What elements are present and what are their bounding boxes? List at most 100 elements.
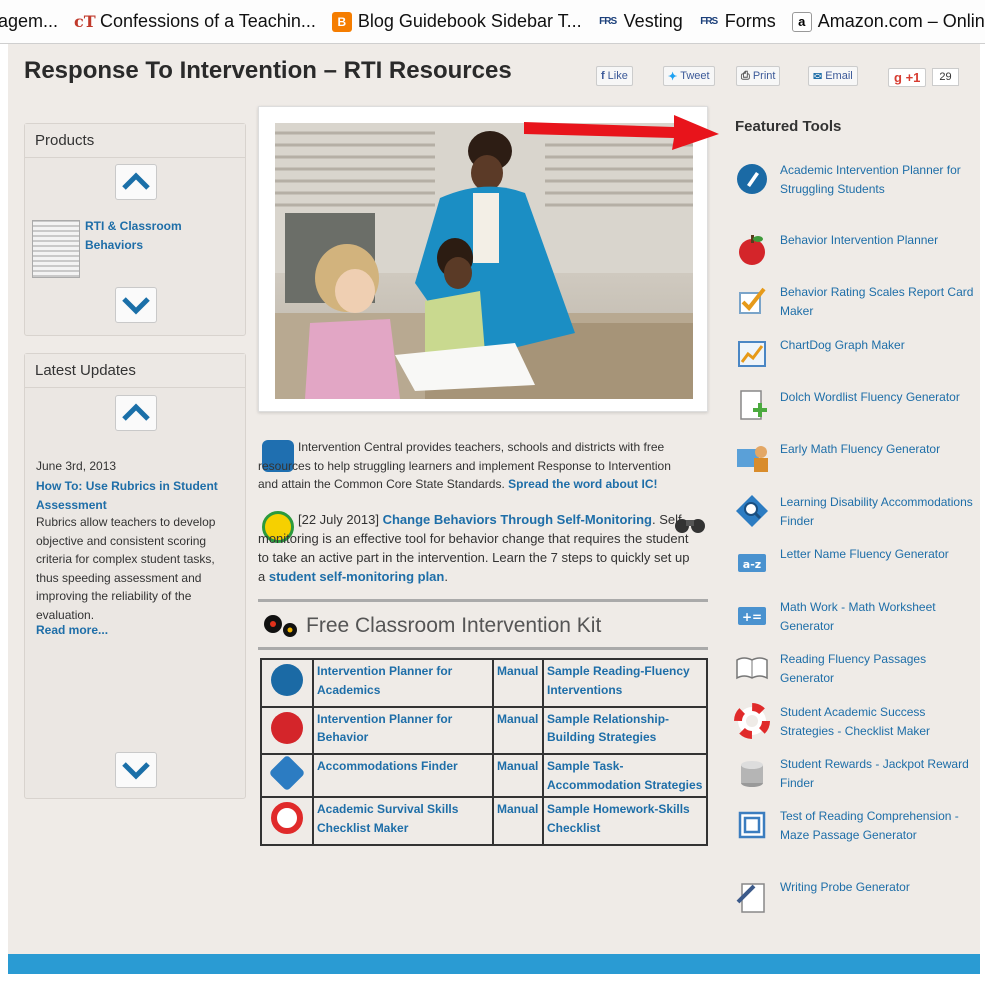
table-cell [260, 753, 314, 798]
updates-scroll-up-button[interactable] [115, 395, 157, 431]
chevron-up-icon [122, 403, 150, 421]
pen-icon [737, 164, 767, 194]
plus-equals-icon: += [738, 607, 766, 625]
products-scroll-up-button[interactable] [115, 164, 157, 200]
sample-link[interactable]: Sample Task-Accommodation Strategies [542, 753, 708, 798]
products-panel: Products RTI & Classroom Behaviors [24, 123, 246, 336]
manual-link[interactable]: Manual [492, 705, 544, 755]
update-date: June 3rd, 2013 [36, 459, 117, 473]
divider [258, 599, 708, 602]
bookmark-item[interactable]: cT Confessions of a Teachin... [74, 11, 316, 32]
featured-tool-label: Behavior Rating Scales Report Card Maker [780, 285, 974, 318]
featured-tool-label: Behavior Intervention Planner [780, 233, 939, 247]
gears-icon [264, 615, 297, 637]
sample-link[interactable]: Sample Homework-Skills Checklist [542, 796, 708, 846]
svg-text:+=: += [742, 610, 762, 624]
featured-tool-item[interactable]: Student Academic Success Strategies - Ch… [734, 703, 974, 740]
updates-scroll-down-button[interactable] [115, 752, 157, 788]
featured-tool-item[interactable]: Reading Fluency Passages Generator [734, 650, 974, 687]
tweet-button[interactable]: ✦ Tweet [663, 66, 715, 86]
sample-link[interactable]: Sample Reading-Fluency Interventions [542, 658, 708, 708]
featured-tool-label: Letter Name Fluency Generator [780, 547, 949, 561]
kit-title: Free Classroom Intervention Kit [306, 614, 602, 637]
gplus-button[interactable]: g +1 [888, 67, 927, 87]
kit-tool-link[interactable]: Intervention Planner for Behavior [312, 705, 494, 755]
featured-tool-label: Math Work - Math Worksheet Generator [780, 600, 936, 633]
featured-tool-label: Writing Probe Generator [780, 880, 910, 894]
red-arrow-annotation [524, 115, 719, 150]
featured-tool-item[interactable]: Early Math Fluency Generator [734, 440, 974, 476]
a-z-icon: a-z [738, 554, 766, 572]
sample-link[interactable]: Sample Relationship-Building Strategies [542, 705, 708, 755]
like-label: Like [607, 70, 628, 82]
bookmark-item[interactable]: B Blog Guidebook Sidebar T... [331, 11, 582, 32]
featured-tool-item[interactable]: Writing Probe Generator [734, 878, 974, 914]
chevron-up-icon [122, 172, 150, 190]
print-label: Print [752, 70, 776, 82]
featured-tool-item[interactable]: Academic Intervention Planner for Strugg… [734, 161, 974, 198]
book-icon [736, 657, 768, 680]
maze-icon [738, 811, 766, 839]
table-cell [260, 658, 314, 708]
update-link[interactable]: How To: Use Rubrics in Student Assessmen… [36, 477, 236, 514]
featured-tool-item[interactable]: Learning Disability Accommodations Finde… [734, 493, 974, 530]
read-more-link[interactable]: Read more... [36, 623, 108, 637]
classroom-illustration [275, 123, 693, 399]
bookmark-label: Amazon.com – Online Sh... [817, 11, 985, 31]
lifebuoy-icon [734, 703, 770, 739]
table-cell [260, 796, 314, 846]
featured-tool-label: ChartDog Graph Maker [780, 338, 905, 352]
bookmark-item[interactable]: FRS Forms [699, 11, 776, 32]
email-button[interactable]: ✉ Email [808, 66, 858, 86]
self-monitoring-link[interactable]: Change Behaviors Through Self-Monitoring [383, 512, 652, 527]
featured-tool-label: Early Math Fluency Generator [780, 442, 941, 456]
featured-tool-label: Reading Fluency Passages Generator [780, 652, 927, 685]
spread-the-word-link[interactable]: Spread the word about IC! [508, 477, 657, 491]
pencil-paper-icon [736, 883, 765, 913]
featured-tool-item[interactable]: a-z Letter Name Fluency Generator [734, 545, 974, 581]
coins-icon [741, 761, 763, 787]
featured-tool-item[interactable]: Behavior Intervention Planner [734, 231, 974, 267]
featured-tool-item[interactable]: Behavior Rating Scales Report Card Maker [734, 283, 974, 320]
kit-tool-link[interactable]: Accommodations Finder [312, 753, 494, 798]
math-card-icon [737, 446, 768, 472]
manual-link[interactable]: Manual [492, 753, 544, 798]
kit-tool-link[interactable]: Academic Survival Skills Checklist Maker [312, 796, 494, 846]
bookmark-item[interactable]: agem... [0, 11, 58, 32]
featured-tools-heading: Featured Tools [735, 118, 842, 135]
bookmark-item[interactable]: FRS Vesting [598, 11, 683, 32]
facebook-like-button[interactable]: f Like [596, 66, 633, 86]
print-button[interactable]: ⎙ Print [736, 66, 781, 86]
apple-icon [739, 235, 765, 265]
bookmark-item[interactable]: aAmazon.com – Online Sh... [791, 11, 985, 32]
featured-tool-item[interactable]: ChartDog Graph Maker [734, 336, 974, 372]
bookmark-label: Confessions of a Teachin... [100, 11, 316, 31]
manual-link[interactable]: Manual [492, 796, 544, 846]
chart-icon [738, 341, 766, 367]
apple-icon [271, 711, 303, 744]
featured-tool-item[interactable]: Test of Reading Comprehension - Maze Pas… [734, 807, 974, 844]
featured-tool-label: Student Rewards - Jackpot Reward Finder [780, 757, 969, 790]
products-scroll-down-button[interactable] [115, 287, 157, 323]
kit-tool-link[interactable]: Intervention Planner for Academics [312, 658, 494, 708]
featured-tool-item[interactable]: Student Rewards - Jackpot Reward Finder [734, 755, 974, 792]
gplus-label: +1 [905, 69, 921, 85]
blogger-icon: B [331, 11, 352, 32]
footer-bar [8, 954, 980, 974]
featured-tool-item[interactable]: Dolch Wordlist Fluency Generator [734, 388, 974, 424]
manual-link[interactable]: Manual [492, 658, 544, 708]
featured-tool-item[interactable]: += Math Work - Math Worksheet Generator [734, 598, 974, 635]
table-row: Intervention Planner for Behavior Manual… [260, 705, 708, 755]
latest-updates-panel: Latest Updates June 3rd, 2013 How To: Us… [24, 353, 246, 799]
frs-icon: FRS [599, 15, 617, 27]
bookmarks-bar: agem... cT Confessions of a Teachin... BB… [0, 0, 985, 44]
intervention-kit-table: Intervention Planner for Academics Manua… [260, 658, 708, 846]
lifebuoy-icon [271, 802, 303, 834]
bookmark-label: Blog Guidebook Sidebar T... [357, 11, 582, 31]
table-row: Academic Survival Skills Checklist Maker… [260, 796, 708, 846]
product-link[interactable]: RTI & Classroom Behaviors [85, 217, 205, 255]
product-thumbnail[interactable] [32, 220, 80, 278]
self-monitoring-plan-link[interactable]: student self-monitoring plan [269, 569, 445, 584]
table-row: Intervention Planner for Academics Manua… [260, 658, 708, 708]
table-row: Accommodations Finder Manual Sample Task… [260, 753, 708, 798]
